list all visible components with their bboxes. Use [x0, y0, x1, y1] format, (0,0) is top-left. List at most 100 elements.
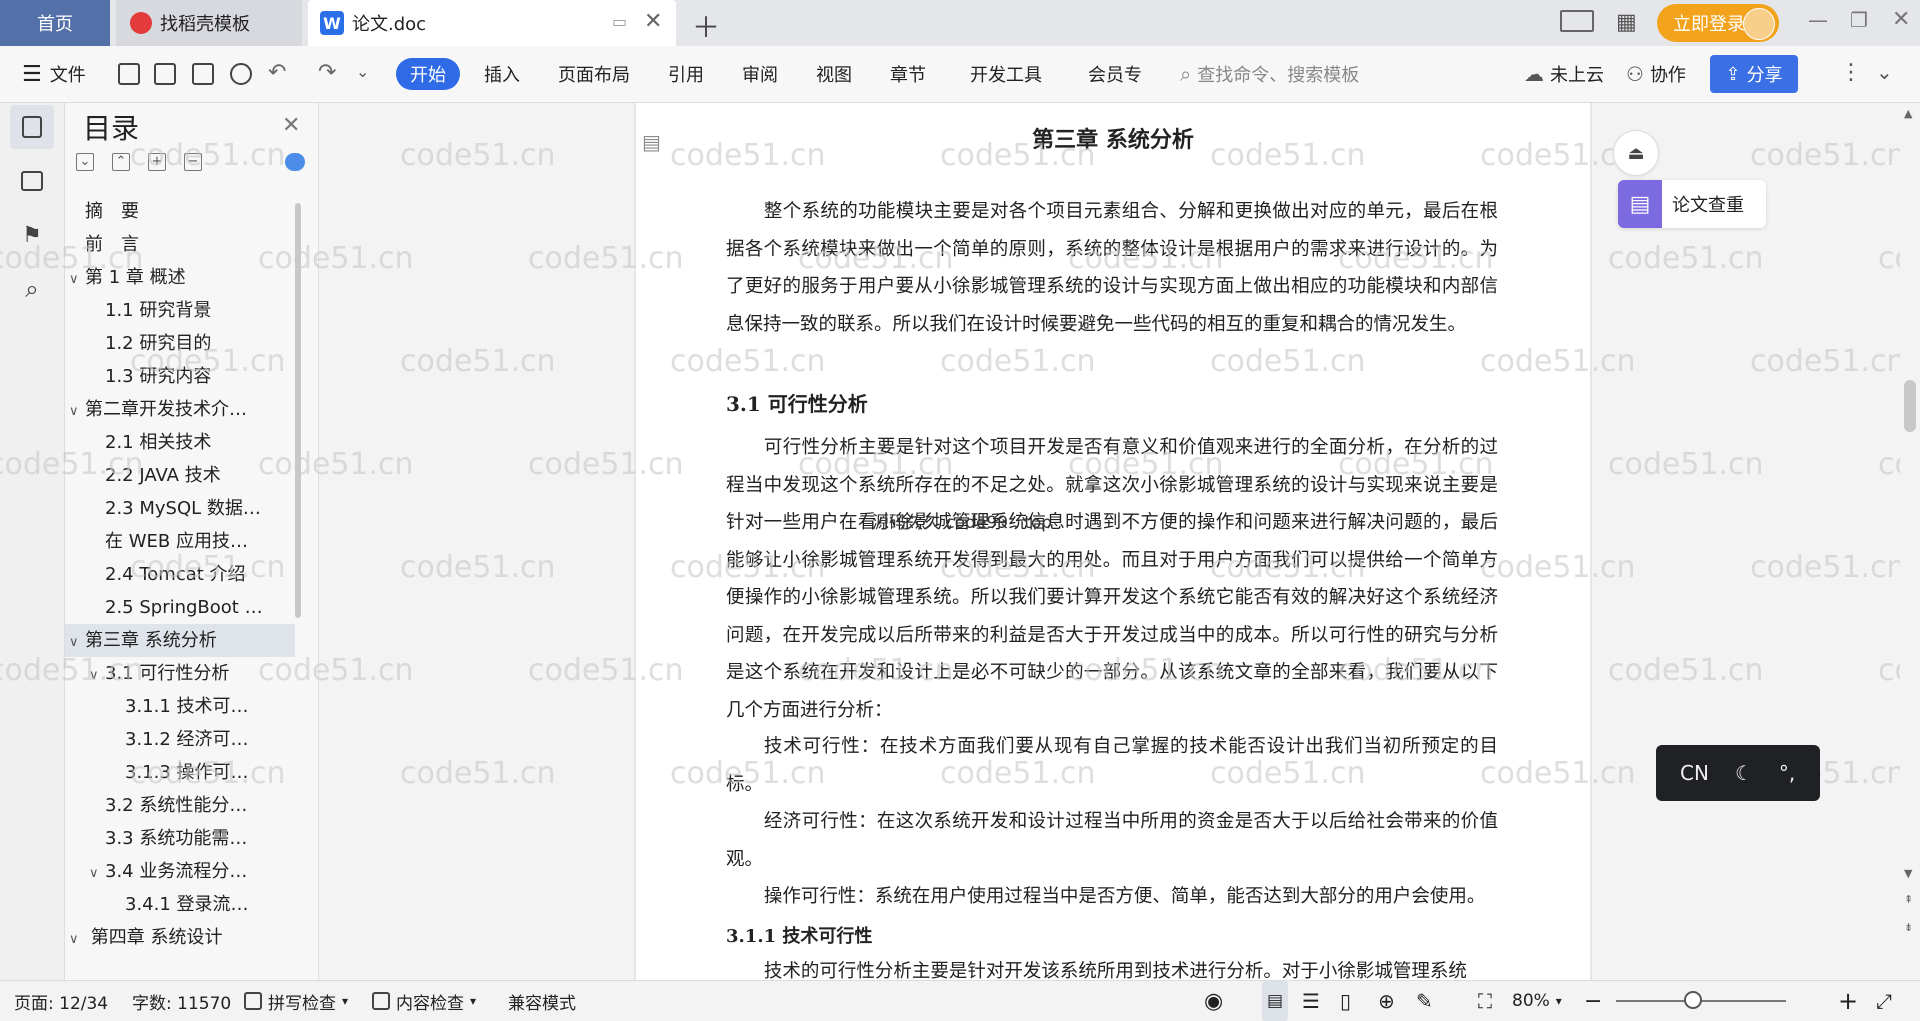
ime-language[interactable]: CN — [1680, 761, 1709, 785]
toc-item[interactable]: ∨ 3.4 业务流程分… — [65, 855, 295, 888]
toc-panel-button[interactable] — [10, 105, 54, 149]
next-page-icon[interactable]: ⇟ — [1904, 921, 1913, 934]
find-panel-button[interactable]: ⌕ — [10, 267, 54, 311]
zoom-in-icon[interactable]: + — [1838, 981, 1858, 1021]
vertical-scrollbar[interactable]: ▲ ▼ ⇞ ⇟ — [1900, 103, 1920, 980]
print-icon[interactable] — [192, 63, 214, 85]
undo-icon[interactable]: ↶ — [268, 60, 286, 85]
tab-member[interactable]: 会员专 — [1088, 46, 1142, 102]
toc-item[interactable]: 2.3 MySQL 数据… — [65, 492, 295, 525]
minimize-icon[interactable]: — — [1808, 8, 1828, 32]
toc-item[interactable]: ∨ 3.1 可行性分析 — [65, 657, 295, 690]
zoom-out-icon[interactable]: − — [1584, 981, 1602, 1021]
scrollbar-thumb[interactable] — [1904, 380, 1916, 432]
redo-icon[interactable]: ↷ — [318, 60, 336, 85]
eye-protection-icon[interactable]: ◉ — [1204, 981, 1223, 1021]
apps-grid-icon[interactable]: ▦ — [1616, 10, 1637, 35]
chapter-panel-button[interactable] — [10, 159, 54, 203]
toc-item[interactable]: ∨ 第二章开发技术介… — [65, 393, 295, 426]
collapse-all-icon[interactable]: ⌄ — [76, 153, 94, 171]
tab-insert[interactable]: 插入 — [484, 46, 520, 102]
punctuation-icon[interactable]: °, — [1779, 761, 1795, 785]
ime-toolbar[interactable]: CN ☾ °, — [1656, 745, 1820, 801]
login-button[interactable]: 立即登录 — [1657, 4, 1779, 42]
spell-check-button[interactable]: 拼写检查 ▾ — [244, 981, 348, 1021]
collaborate-button[interactable]: ⚇ 协作 — [1626, 46, 1686, 102]
bookmark-panel-button[interactable]: ⚑ — [10, 213, 54, 257]
window-mode-icon[interactable]: ▭ — [612, 12, 627, 31]
tab-review[interactable]: 审阅 — [742, 46, 778, 102]
toc-item[interactable]: 2.2 JAVA 技术 — [65, 459, 295, 492]
collapse-ribbon-icon[interactable]: ⌄ — [1876, 60, 1893, 84]
plagiarism-check-button[interactable]: ▤ 论文查重 — [1618, 180, 1766, 228]
page-indicator[interactable]: 页面: 12/34 — [14, 981, 108, 1021]
chevron-down-icon[interactable]: ∨ — [69, 395, 85, 426]
toc-item[interactable]: 1.2 研究目的 — [65, 327, 295, 360]
tab-developer[interactable]: 开发工具 — [970, 46, 1042, 102]
prev-page-icon[interactable]: ⇞ — [1904, 893, 1913, 906]
fullscreen-icon[interactable]: ⤢ — [1876, 981, 1892, 1021]
toc-item[interactable]: 3.4.1 登录流… — [65, 888, 295, 921]
toc-item[interactable]: 在 WEB 应用技… — [65, 525, 295, 558]
cloud-status-button[interactable]: ☁ 未上云 — [1524, 46, 1604, 102]
scroll-down-icon[interactable]: ▼ — [1904, 867, 1912, 880]
share-button[interactable]: ⇪ 分享 — [1710, 55, 1798, 93]
toc-item[interactable]: 3.2 系统性能分… — [65, 789, 295, 822]
print-preview-icon[interactable] — [230, 63, 252, 85]
zoom-level[interactable]: 80% ▾ — [1512, 981, 1562, 1021]
toc-item[interactable]: 3.1.1 技术可… — [65, 690, 295, 723]
restore-icon[interactable]: ❐ — [1850, 8, 1868, 32]
toc-item[interactable]: 1.1 研究背景 — [65, 294, 295, 327]
tab-home[interactable]: 首页 — [0, 0, 110, 46]
save-icon[interactable] — [118, 63, 140, 85]
tab-view[interactable]: 视图 — [816, 46, 852, 102]
toc-item[interactable]: 1.3 研究内容 — [65, 360, 295, 393]
toc-item[interactable]: ∨ 第三章 系统分析 — [65, 624, 295, 657]
expand-up-icon[interactable]: ⌃ — [112, 153, 130, 171]
web-view-icon[interactable]: ⊕ — [1378, 981, 1395, 1021]
outline-view-icon[interactable]: ☰ — [1302, 981, 1320, 1021]
close-icon[interactable]: ✕ — [282, 113, 300, 138]
chevron-down-icon[interactable]: ∨ — [89, 659, 105, 690]
remove-heading-icon[interactable]: − — [184, 153, 202, 171]
toc-item[interactable]: 3.3 系统功能需… — [65, 822, 295, 855]
tab-document[interactable]: W 论文.doc ▭ ✕ — [308, 0, 676, 46]
close-window-icon[interactable]: ✕ — [1892, 7, 1910, 32]
tab-page-layout[interactable]: 页面布局 — [558, 46, 630, 102]
scroll-up-icon[interactable]: ▲ — [1904, 107, 1912, 120]
write-mode-icon[interactable]: ✎ — [1416, 981, 1433, 1021]
new-tab-icon[interactable]: ＋ — [692, 6, 720, 46]
more-options-icon[interactable]: ⋮ — [1840, 60, 1862, 85]
close-tab-icon[interactable]: ✕ — [644, 9, 662, 34]
toc-item[interactable]: ∨ 第 1 章 概述 — [65, 261, 295, 294]
moon-icon[interactable]: ☾ — [1735, 761, 1753, 785]
toc-item[interactable]: 前 言 — [65, 228, 295, 261]
toc-scrollbar[interactable] — [295, 203, 301, 618]
zoom-slider-knob[interactable] — [1683, 991, 1702, 1009]
toc-item[interactable]: 3.1.2 经济可… — [65, 723, 295, 756]
toc-item[interactable]: 摘 要 — [65, 195, 295, 228]
layout-icon[interactable] — [1560, 10, 1594, 32]
quick-access-dropdown-icon[interactable]: ⌄ — [356, 62, 369, 81]
side-panel-toggle[interactable]: ⏏ — [1613, 130, 1659, 176]
fit-page-icon[interactable]: ⛶ — [1478, 981, 1492, 1021]
tab-template[interactable]: 找稻壳模板 — [116, 0, 302, 46]
toc-item[interactable]: 3.1.3 操作可… — [65, 756, 295, 789]
reading-view-icon[interactable]: ▯ — [1340, 981, 1351, 1021]
word-count[interactable]: 字数: 11570 — [132, 981, 231, 1021]
ai-assistant-icon[interactable] — [285, 153, 305, 171]
tab-start[interactable]: 开始 — [396, 58, 460, 90]
tab-references[interactable]: 引用 — [668, 46, 704, 102]
add-heading-icon[interactable]: + — [148, 153, 166, 171]
chevron-down-icon[interactable]: ∨ — [69, 923, 85, 954]
tab-chapter[interactable]: 章节 — [890, 46, 926, 102]
command-search[interactable]: ⌕ 查找命令、搜索模板 — [1180, 46, 1359, 102]
toc-item[interactable]: ∨ 第四章 系统设计 — [65, 921, 295, 954]
toc-item[interactable]: 2.4 Tomcat 介绍 — [65, 558, 295, 591]
file-menu-button[interactable]: ☰ 文件 — [22, 46, 86, 102]
content-check-button[interactable]: 内容检查 ▾ — [372, 981, 476, 1021]
chevron-down-icon[interactable]: ∨ — [89, 857, 105, 888]
export-icon[interactable] — [154, 63, 176, 85]
toc-item[interactable]: 2.1 相关技术 — [65, 426, 295, 459]
toc-item[interactable]: 2.5 SpringBoot … — [65, 591, 295, 624]
